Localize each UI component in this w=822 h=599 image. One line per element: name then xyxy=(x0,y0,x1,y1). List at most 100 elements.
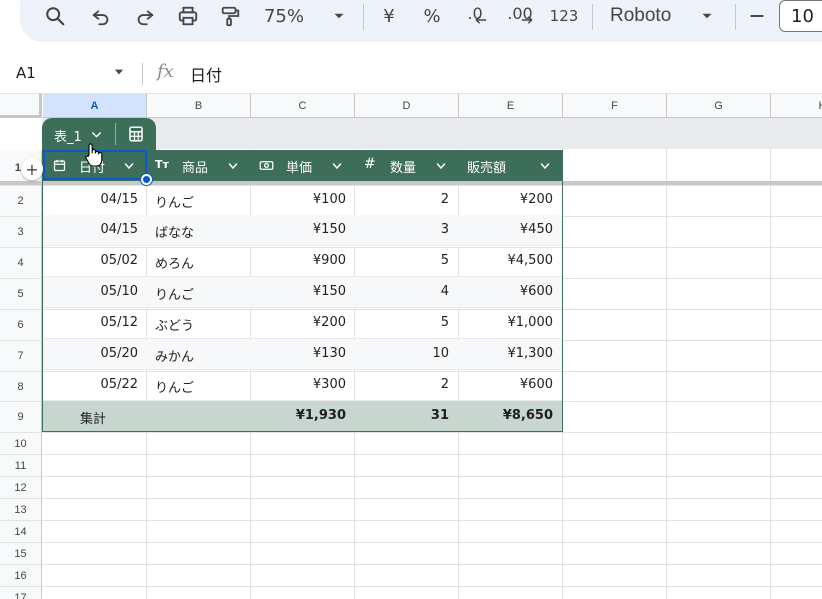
table-row[interactable]: 04/15 りんご ¥100 2 ¥200 xyxy=(43,185,563,216)
table-cell: ¥300 xyxy=(312,377,346,392)
table-row[interactable]: 05/10 りんご ¥150 4 ¥600 xyxy=(43,277,563,308)
chevron-down-icon[interactable] xyxy=(331,160,343,172)
table-row[interactable]: 05/02 めろん ¥900 5 ¥4,500 xyxy=(43,246,563,277)
row-header-2[interactable]: 2 xyxy=(0,186,42,217)
column-header-c[interactable]: C xyxy=(251,94,355,118)
grid-row-line xyxy=(42,432,822,433)
caret-down-icon xyxy=(702,13,712,19)
header-label: 単価 xyxy=(286,161,313,176)
table-cell: ¥600 xyxy=(519,284,553,299)
chevron-down-icon[interactable] xyxy=(435,160,447,172)
chevron-down-icon[interactable] xyxy=(227,160,239,172)
toolbar-divider xyxy=(363,4,364,30)
row-header-11[interactable]: 11 xyxy=(0,455,42,477)
undo-icon xyxy=(92,10,109,26)
text-type-icon: Tт xyxy=(155,158,169,171)
row-header-8[interactable]: 8 xyxy=(0,372,42,402)
header-product[interactable]: Tт 商品 xyxy=(146,150,250,181)
row-header-6[interactable]: 6 xyxy=(0,310,42,341)
grid-row-line xyxy=(42,542,822,543)
table-cell: ¥600 xyxy=(519,377,553,392)
zoom-select[interactable]: 75% xyxy=(262,0,306,32)
row-header-15[interactable]: 15 xyxy=(0,543,42,565)
decrease-font-size-button[interactable] xyxy=(745,0,769,32)
formula-bar-divider xyxy=(142,63,143,85)
table-total-row[interactable]: 集計 ¥1,930 31 ¥8,650 xyxy=(43,401,563,432)
font-dropdown[interactable] xyxy=(698,0,716,32)
hand-cursor-icon xyxy=(85,143,103,167)
row-header-10[interactable]: 10 xyxy=(0,433,42,455)
table-row[interactable]: 04/15 ばなな ¥150 3 ¥450 xyxy=(43,215,563,246)
calendar-icon xyxy=(53,159,66,172)
paint-format-button[interactable] xyxy=(217,0,243,32)
decrease-decimal-button[interactable]: .0 xyxy=(460,0,490,32)
table-row[interactable]: 05/22 りんご ¥300 2 ¥600 xyxy=(43,370,563,401)
row-header-9[interactable]: 9 xyxy=(0,402,42,433)
print-icon xyxy=(178,6,198,26)
chevron-down-icon[interactable] xyxy=(539,160,551,172)
grid-column-line xyxy=(666,118,667,599)
row-header-12[interactable]: 12 xyxy=(0,477,42,499)
row-header-17[interactable]: 17 xyxy=(0,587,42,599)
column-header-e[interactable]: E xyxy=(459,94,563,118)
zoom-dropdown[interactable] xyxy=(330,0,348,32)
toolbar-divider xyxy=(592,4,593,30)
tab-divider xyxy=(115,123,116,145)
format-percent-button[interactable]: % xyxy=(420,0,444,32)
font-size-value: 10 xyxy=(791,5,814,27)
column-header-h[interactable]: H xyxy=(771,94,822,118)
caret-down-icon[interactable] xyxy=(112,65,126,79)
search-menus-button[interactable] xyxy=(42,0,68,32)
select-all-corner[interactable] xyxy=(0,94,42,118)
table-row[interactable]: 05/12 ぶどう ¥200 5 ¥1,000 xyxy=(43,308,563,339)
column-header-b[interactable]: B xyxy=(147,94,251,118)
table-cell: 5 xyxy=(440,315,449,330)
column-header-d[interactable]: D xyxy=(355,94,459,118)
row-header-16[interactable]: 16 xyxy=(0,565,42,587)
table-cell: ぶどう xyxy=(155,319,195,334)
grid-row-line xyxy=(42,476,822,477)
more-formats-button[interactable]: 123 xyxy=(547,0,581,32)
percent-label: % xyxy=(423,5,441,27)
search-icon xyxy=(46,7,65,26)
column-header-a[interactable]: A xyxy=(43,94,147,118)
toolbar: 75% ¥ % .0 .00 123 Roboto xyxy=(20,0,822,42)
grid-row-line xyxy=(42,586,822,587)
selection-handle[interactable] xyxy=(141,174,152,185)
table-cell: めろん xyxy=(155,257,195,272)
money-icon xyxy=(259,161,274,170)
row-header-3[interactable]: 3 xyxy=(0,217,42,248)
formula-input[interactable]: 日付 xyxy=(190,62,222,86)
undo-button[interactable] xyxy=(88,0,114,32)
format-currency-button[interactable]: ¥ xyxy=(378,0,400,32)
increase-decimal-button[interactable]: .00 xyxy=(504,0,536,32)
header-unit-price[interactable]: 単価 xyxy=(250,150,354,181)
row-header-7[interactable]: 7 xyxy=(0,341,42,372)
total-sales: ¥8,650 xyxy=(502,408,553,423)
print-button[interactable] xyxy=(175,0,201,32)
add-row-button[interactable]: + xyxy=(21,158,43,180)
row-header-5[interactable]: 5 xyxy=(0,279,42,310)
calculator-icon[interactable] xyxy=(127,125,145,143)
font-select[interactable]: Roboto xyxy=(610,0,690,32)
chevron-down-icon[interactable] xyxy=(123,160,135,172)
row-header-4[interactable]: 4 xyxy=(0,248,42,279)
header-sales[interactable]: 販売額 xyxy=(458,150,563,181)
name-box[interactable]: A1 xyxy=(16,64,36,82)
header-label: 商品 xyxy=(182,161,209,176)
table-cell: ¥100 xyxy=(312,192,346,207)
table-row[interactable]: 05/20 みかん ¥130 10 ¥1,300 xyxy=(43,339,563,370)
header-quantity[interactable]: # 数量 xyxy=(354,150,458,181)
row-header-14[interactable]: 14 xyxy=(0,521,42,543)
redo-button[interactable] xyxy=(132,0,158,32)
column-header-g[interactable]: G xyxy=(667,94,771,118)
redo-icon xyxy=(137,10,154,26)
column-header-f[interactable]: F xyxy=(563,94,667,118)
plus-icon: + xyxy=(25,159,39,179)
number-type-icon: # xyxy=(364,156,376,172)
table-cell: ばなな xyxy=(155,226,195,241)
chevron-down-icon[interactable] xyxy=(90,128,103,141)
grid-column-line xyxy=(770,118,771,599)
font-size-input[interactable]: 10 xyxy=(779,0,822,32)
row-header-13[interactable]: 13 xyxy=(0,499,42,521)
